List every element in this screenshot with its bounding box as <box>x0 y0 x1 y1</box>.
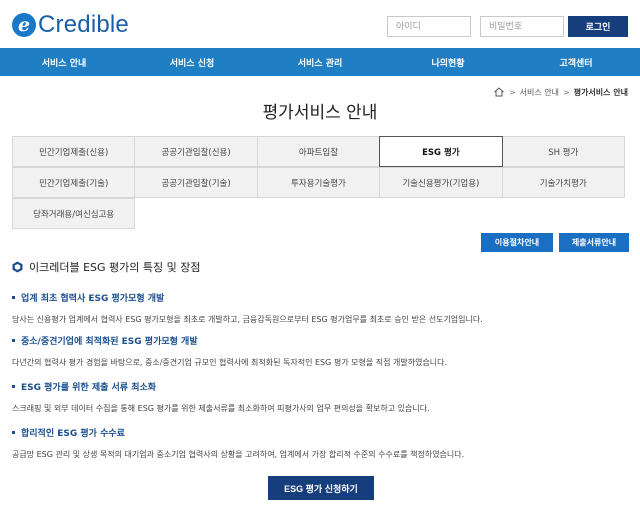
logo[interactable]: e Credible <box>12 11 129 38</box>
home-icon[interactable] <box>493 86 505 98</box>
hexagon-icon <box>12 261 23 273</box>
section-title: 이크레더블 ESG 평가의 특징 및 장점 <box>12 259 201 275</box>
feature-desc: 다년간의 협력사 평가 경험을 바탕으로, 중소/중견기업 규모인 협력사에 최… <box>12 358 448 367</box>
logo-mark-icon: e <box>12 13 36 37</box>
breadcrumb-current: 평가서비스 안내 <box>573 87 628 97</box>
process-guide-button[interactable]: 이용절차안내 <box>481 233 553 252</box>
tab-private-credit[interactable]: 민간기업제출(신용) <box>12 136 136 167</box>
documents-guide-button[interactable]: 제출서류안내 <box>559 233 629 252</box>
main-nav: 서비스 안내 서비스 신청 서비스 관리 나의현황 고객센터 <box>0 48 640 76</box>
site-header: e Credible 로그인 <box>0 0 640 48</box>
tab-checking-loan[interactable]: 당좌거래용/여신심고용 <box>12 198 136 229</box>
tab-esg[interactable]: ESG 평가 <box>379 136 503 167</box>
tab-tech-credit[interactable]: 기술신용평가(기업용) <box>379 167 503 198</box>
section-title-text: 이크레더블 ESG 평가의 특징 및 장점 <box>29 261 201 274</box>
password-input[interactable] <box>480 16 564 37</box>
tab-private-tech[interactable]: 민간기업제출(기술) <box>12 167 136 198</box>
tab-apartment-bid[interactable]: 아파트입찰 <box>256 136 381 167</box>
tab-public-bid-credit[interactable]: 공공기관입찰(신용) <box>134 136 258 167</box>
feature-desc: 스크래핑 및 외부 데이터 수집을 통해 ESG 평가를 위한 제출서류를 최소… <box>12 404 430 413</box>
feature-title: 중소/중견기업에 최적화된 ESG 평가모형 개발 <box>21 337 198 347</box>
feature-title: 업계 최초 협력사 ESG 평가모형 개발 <box>21 294 165 304</box>
page-title: 평가서비스 안내 <box>262 103 378 123</box>
esg-apply-button[interactable]: ESG 평가 신청하기 <box>268 476 374 500</box>
bullet-icon <box>12 431 15 434</box>
bullet-icon <box>12 385 15 388</box>
bullet-icon <box>12 339 15 342</box>
feature-item: 합리적인 ESG 평가 수수료 공급망 ESG 관리 및 상생 목적의 대기업과… <box>12 426 632 460</box>
tab-investment-tech[interactable]: 투자용기술평가 <box>256 167 381 198</box>
nav-item-customer-center[interactable]: 고객센터 <box>512 48 640 76</box>
nav-item-service-manage[interactable]: 서비스 관리 <box>256 48 384 76</box>
login-button[interactable]: 로그인 <box>568 16 628 37</box>
breadcrumb-separator: > <box>508 87 516 97</box>
nav-item-my-status[interactable]: 나의현황 <box>384 48 512 76</box>
feature-desc: 당사는 신용평가 업계에서 협력사 ESG 평가모형을 최초로 개발하고, 금융… <box>12 315 483 324</box>
nav-item-service-info[interactable]: 서비스 안내 <box>0 48 128 76</box>
nav-item-service-apply[interactable]: 서비스 신청 <box>128 48 256 76</box>
breadcrumb-item-service-info[interactable]: 서비스 안내 <box>520 87 559 98</box>
logo-text: Credible <box>38 11 129 38</box>
tab-sh[interactable]: SH 평가 <box>501 136 625 167</box>
feature-item: ESG 평가를 위한 제출 서류 최소화 스크래핑 및 외부 데이터 수집을 통… <box>12 380 632 414</box>
tab-public-bid-tech[interactable]: 공공기관입찰(기술) <box>134 167 258 198</box>
feature-title: ESG 평가를 위한 제출 서류 최소화 <box>21 383 157 393</box>
id-input[interactable] <box>387 16 471 37</box>
feature-item: 업계 최초 협력사 ESG 평가모형 개발 당사는 신용평가 업계에서 협력사 … <box>12 291 632 325</box>
feature-title: 합리적인 ESG 평가 수수료 <box>21 429 125 439</box>
feature-desc: 공급망 ESG 관리 및 상생 목적의 대기업과 중소기업 협력사의 상황을 고… <box>12 450 465 459</box>
breadcrumb-separator: > <box>562 87 570 97</box>
breadcrumb: > 서비스 안내 > 평가서비스 안내 <box>493 86 628 98</box>
service-tabs: 민간기업제출(신용) 공공기관입찰(신용) 아파트입찰 ESG 평가 SH 평가… <box>12 136 629 229</box>
bullet-icon <box>12 296 15 299</box>
feature-item: 중소/중견기업에 최적화된 ESG 평가모형 개발 다년간의 협력사 평가 경험… <box>12 334 632 368</box>
tab-tech-value[interactable]: 기술가치평가 <box>501 167 625 198</box>
